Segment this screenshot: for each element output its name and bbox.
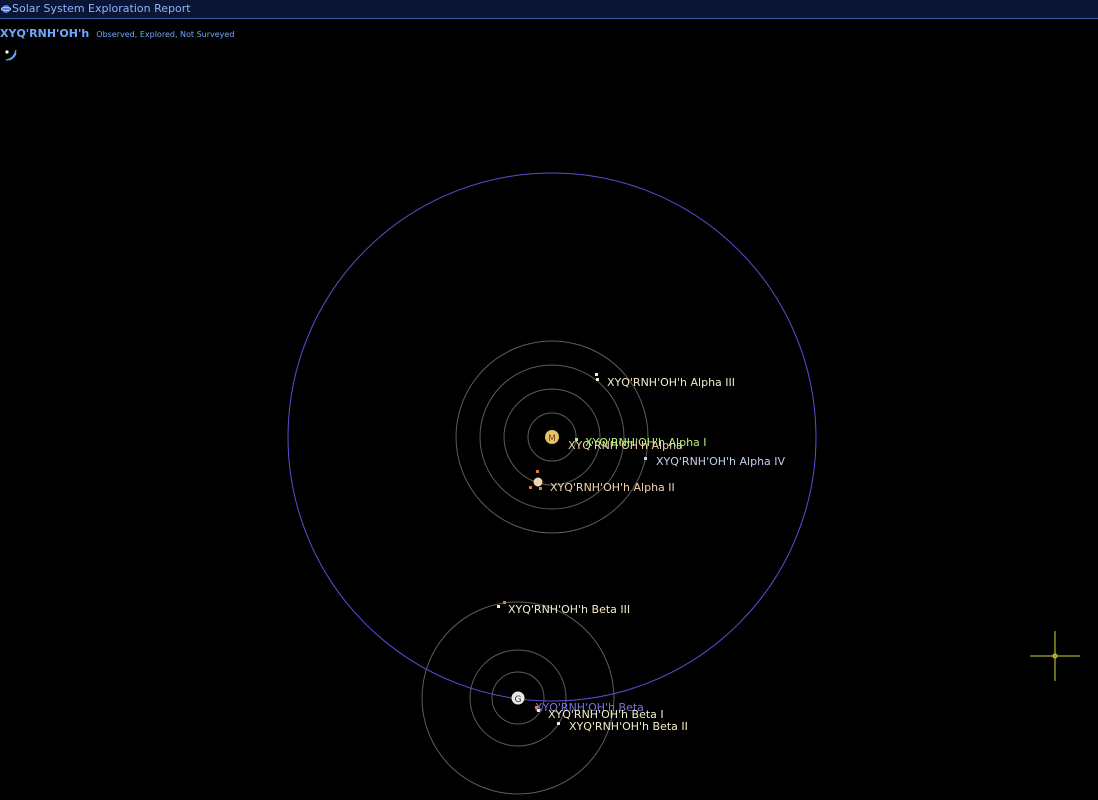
moon-marker xyxy=(536,470,539,473)
system-map[interactable]: M XYQ'RNH'OH'h Alpha XYQ'RNH'OH'h Alpha … xyxy=(0,0,1098,800)
planet-beta-3-marker[interactable] xyxy=(497,605,500,608)
planet-alpha-2-marker[interactable] xyxy=(533,477,543,487)
moon-marker xyxy=(535,706,538,709)
moon-marker xyxy=(539,487,542,490)
planet-beta-2-label[interactable]: XYQ'RNH'OH'h Beta II xyxy=(569,720,688,733)
star-alpha-glyph: M xyxy=(548,434,556,444)
star-beta[interactable]: G xyxy=(511,691,525,706)
star-beta-glyph: G xyxy=(515,695,522,705)
planet-alpha-3-label[interactable]: XYQ'RNH'OH'h Alpha III xyxy=(607,376,735,389)
planet-alpha-2-label[interactable]: XYQ'RNH'OH'h Alpha II xyxy=(550,481,675,494)
planet-alpha-3-marker[interactable] xyxy=(595,373,598,376)
moon-marker xyxy=(503,601,506,604)
planet-beta-3-label[interactable]: XYQ'RNH'OH'h Beta III xyxy=(508,603,630,616)
star-alpha[interactable]: M xyxy=(545,430,559,444)
planet-alpha-1-marker[interactable] xyxy=(575,438,578,441)
planet-alpha-1-label[interactable]: XYQ'RNH'OH'h Alpha I xyxy=(585,436,707,449)
planet-alpha-4-marker[interactable] xyxy=(644,457,647,460)
crosshair-icon[interactable] xyxy=(1030,631,1080,681)
planet-beta-2-marker[interactable] xyxy=(557,722,560,725)
planet-beta-1-marker[interactable] xyxy=(537,709,540,712)
moon-marker xyxy=(529,486,532,489)
planet-alpha-3-marker-2 xyxy=(596,378,599,381)
planet-alpha-4-label[interactable]: XYQ'RNH'OH'h Alpha IV xyxy=(656,455,786,468)
